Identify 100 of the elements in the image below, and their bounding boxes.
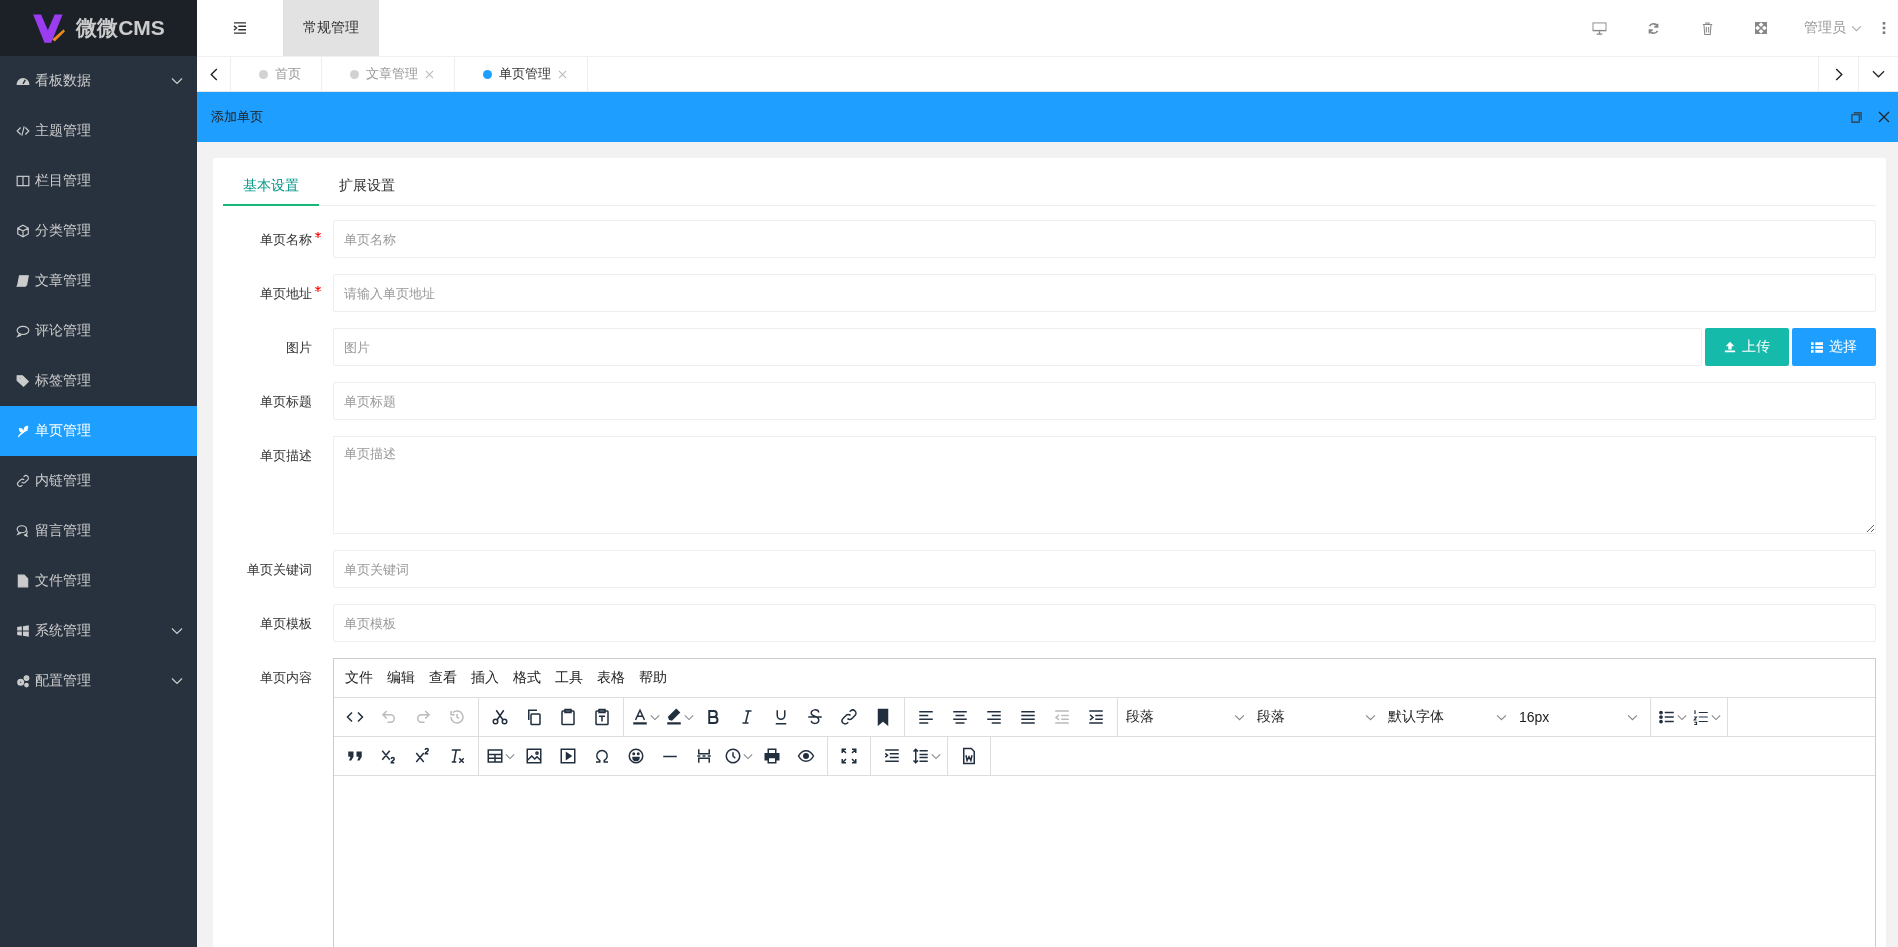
sidebar-item[interactable]: 主题管理 bbox=[0, 106, 197, 156]
caret-icon bbox=[742, 752, 753, 760]
sidebar-item[interactable]: 配置管理 bbox=[0, 656, 197, 706]
tag-icon bbox=[16, 374, 30, 388]
list-icon bbox=[1811, 341, 1823, 353]
page-tab[interactable]: 单页管理 bbox=[455, 57, 588, 91]
caret-icon bbox=[1710, 713, 1721, 721]
preview-icon bbox=[797, 747, 815, 765]
field-label: 单页关键词 bbox=[247, 561, 312, 579]
charmap-icon bbox=[593, 747, 611, 765]
text-field[interactable]: 单页名称 bbox=[333, 220, 1876, 258]
sidebar-item[interactable]: 标签管理 bbox=[0, 356, 197, 406]
chevron-down-icon bbox=[1851, 24, 1862, 32]
strike-icon bbox=[806, 708, 824, 726]
format-select[interactable]: 段落 bbox=[1122, 701, 1253, 733]
leaf-icon bbox=[16, 424, 30, 438]
menu-tab[interactable]: 常规管理 bbox=[283, 0, 379, 56]
table-icon bbox=[485, 747, 504, 765]
sidebar-item[interactable]: 留言管理 bbox=[0, 506, 197, 556]
editor-menu-item[interactable]: 插入 bbox=[464, 665, 506, 691]
undo-icon bbox=[380, 708, 398, 726]
format-select[interactable]: 16px bbox=[1515, 701, 1646, 733]
columns-icon bbox=[16, 174, 30, 188]
more-vertical-icon bbox=[1882, 22, 1886, 34]
alignright-icon bbox=[985, 708, 1003, 726]
sidebar-item[interactable]: 看板数据 bbox=[0, 56, 197, 106]
text-area[interactable]: 单页描述 bbox=[333, 436, 1876, 534]
comment-icon bbox=[16, 324, 30, 338]
sidebar-item[interactable]: 文件管理 bbox=[0, 556, 197, 606]
sidebar-item[interactable]: 评论管理 bbox=[0, 306, 197, 356]
text-field[interactable]: 请输入单页地址 bbox=[333, 274, 1876, 312]
text-field[interactable]: 单页关键词 bbox=[333, 550, 1876, 588]
sidebar-item[interactable]: 系统管理 bbox=[0, 606, 197, 656]
file-icon bbox=[16, 574, 30, 588]
cut-icon bbox=[491, 708, 509, 726]
editor-menu-item[interactable]: 文件 bbox=[338, 665, 380, 691]
chevron-down-icon bbox=[171, 627, 183, 635]
aligncenter-icon bbox=[951, 708, 969, 726]
caret-icon bbox=[1676, 713, 1687, 721]
caret-icon bbox=[930, 752, 941, 760]
format-select[interactable]: 默认字体 bbox=[1384, 701, 1515, 733]
form-tab[interactable]: 扩展设置 bbox=[319, 168, 415, 206]
editor-menu-item[interactable]: 表格 bbox=[590, 665, 632, 691]
sidebar-item[interactable]: 内链管理 bbox=[0, 456, 197, 506]
sup-icon bbox=[414, 747, 432, 765]
lineheight-icon bbox=[911, 747, 930, 765]
editor-menu-item[interactable]: 帮助 bbox=[632, 665, 674, 691]
paste-icon bbox=[559, 708, 577, 726]
format-select[interactable]: 段落 bbox=[1253, 701, 1384, 733]
restore-window-icon bbox=[1850, 111, 1862, 123]
chevron-right-icon bbox=[1834, 67, 1843, 81]
logo-icon bbox=[32, 12, 67, 44]
redo-icon bbox=[414, 708, 432, 726]
monitor-icon bbox=[1591, 21, 1607, 35]
caret-icon bbox=[1365, 713, 1376, 721]
comments-icon bbox=[16, 524, 30, 538]
fullscreen-icon bbox=[840, 747, 858, 765]
chevron-down-icon bbox=[1872, 70, 1885, 78]
editor-menu-item[interactable]: 格式 bbox=[506, 665, 548, 691]
editor-menu-item[interactable]: 工具 bbox=[548, 665, 590, 691]
expand-arrows-icon bbox=[1755, 22, 1767, 34]
caret-icon bbox=[683, 713, 694, 721]
bullist-icon bbox=[1657, 708, 1676, 726]
sidebar-item[interactable]: 文章管理 bbox=[0, 256, 197, 306]
field-label: 单页描述 bbox=[260, 447, 312, 465]
caret-icon bbox=[1496, 713, 1507, 721]
text-field[interactable]: 图片 bbox=[333, 328, 1702, 366]
field-label: 单页名称 bbox=[260, 231, 312, 249]
field-label: 图片 bbox=[286, 339, 312, 357]
emoticon-icon bbox=[627, 747, 645, 765]
close-icon bbox=[1878, 111, 1890, 123]
editor-menu-item[interactable]: 查看 bbox=[422, 665, 464, 691]
text-field[interactable]: 单页标题 bbox=[333, 382, 1876, 420]
copy-icon bbox=[525, 708, 543, 726]
chevron-down-icon bbox=[171, 677, 183, 685]
media-icon bbox=[559, 747, 577, 765]
print-icon bbox=[763, 747, 781, 765]
text-field[interactable]: 单页模板 bbox=[333, 604, 1876, 642]
book-icon bbox=[16, 274, 30, 288]
link-icon bbox=[840, 708, 858, 726]
indent-menu-icon bbox=[233, 22, 247, 34]
sidebar-item[interactable]: 栏目管理 bbox=[0, 156, 197, 206]
form-tab[interactable]: 基本设置 bbox=[223, 168, 319, 206]
sidebar-item[interactable]: 分类管理 bbox=[0, 206, 197, 256]
indent2em-icon bbox=[883, 747, 901, 765]
status-dot-icon bbox=[350, 69, 359, 79]
link-icon bbox=[16, 474, 30, 488]
editor-menu-item[interactable]: 编辑 bbox=[380, 665, 422, 691]
panel-title: 添加单页 bbox=[211, 108, 263, 126]
justify-icon bbox=[1019, 708, 1037, 726]
status-dot-icon bbox=[483, 69, 492, 79]
caret-icon bbox=[504, 752, 515, 760]
caret-icon bbox=[1234, 713, 1245, 721]
alignleft-icon bbox=[917, 708, 935, 726]
numlist-icon bbox=[1691, 708, 1710, 726]
importword-icon bbox=[960, 747, 978, 765]
caret-icon bbox=[1627, 713, 1638, 721]
field-label: 单页内容 bbox=[260, 669, 312, 687]
hr-icon bbox=[661, 754, 679, 758]
cube-icon bbox=[16, 224, 30, 238]
